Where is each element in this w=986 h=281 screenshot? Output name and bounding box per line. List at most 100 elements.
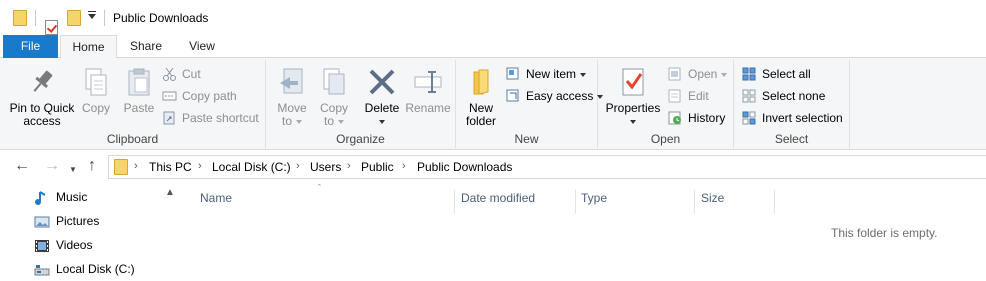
copy-icon: [80, 66, 112, 98]
address-folder-icon: [114, 159, 128, 175]
title-separator: [104, 10, 105, 26]
scroll-up-chevron-icon[interactable]: ▲: [163, 187, 177, 201]
copy-to-icon: [318, 66, 350, 98]
edit-button[interactable]: Edit: [668, 86, 709, 106]
nav-item-videos[interactable]: Videos: [34, 234, 92, 256]
new-group: New folder New item Easy access New: [456, 60, 604, 148]
scissors-icon: [162, 67, 177, 81]
history-icon: [668, 111, 683, 125]
breadcrumb-chevron-icon[interactable]: ›: [296, 160, 300, 172]
properties-quick-icon[interactable]: [45, 20, 58, 35]
column-header-type[interactable]: Type: [581, 190, 695, 214]
copy-button[interactable]: Copy: [78, 66, 114, 115]
properties-dropdown[interactable]: [604, 115, 662, 128]
tab-home[interactable]: Home: [60, 35, 117, 59]
breadcrumb-chevron-icon[interactable]: ›: [347, 160, 351, 172]
back-arrow-icon[interactable]: ←: [14, 158, 30, 174]
invert-selection-button[interactable]: Invert selection: [742, 108, 843, 128]
breadcrumb-chevron-icon[interactable]: ›: [198, 160, 202, 172]
delete-button[interactable]: Delete: [363, 66, 401, 128]
nav-item-pictures[interactable]: Pictures: [34, 210, 99, 232]
rename-label: Rename: [405, 101, 451, 115]
rename-icon: [412, 66, 444, 98]
delete-x-icon: [366, 66, 398, 98]
rename-button[interactable]: Rename: [405, 66, 451, 115]
folder-icon[interactable]: [13, 10, 27, 26]
copy-label: Copy: [81, 101, 110, 115]
properties-button[interactable]: Properties: [604, 66, 662, 128]
address-field[interactable]: › This PC › Local Disk (C:) › Users › Pu…: [108, 155, 986, 179]
move-to-label-line1: Move: [277, 101, 307, 115]
select-none-label: Select none: [762, 89, 826, 103]
pin-to-quick-access-button[interactable]: Pin to Quick access: [8, 66, 76, 128]
new-folder-icon: [465, 66, 497, 98]
column-header-name[interactable]: Name: [200, 190, 455, 214]
copy-path-button[interactable]: Copy path: [162, 86, 237, 106]
delete-label: Delete: [364, 101, 400, 115]
easy-access-icon: [506, 89, 521, 103]
cut-label: Cut: [182, 67, 201, 81]
new-folder-quick-icon[interactable]: [67, 10, 81, 26]
history-button[interactable]: History: [668, 108, 725, 128]
pin-label-line2: access: [23, 114, 61, 128]
nav-item-pictures-label: Pictures: [56, 214, 100, 228]
copy-to-button[interactable]: Copy to: [316, 66, 352, 128]
delete-dropdown[interactable]: [363, 115, 401, 128]
nav-item-local-disk[interactable]: Local Disk (C:): [34, 258, 135, 280]
history-label: History: [688, 111, 726, 125]
paste-shortcut-icon: [162, 111, 177, 125]
paste-shortcut-button[interactable]: Paste shortcut: [162, 108, 259, 128]
breadcrumb-chevron-icon[interactable]: ›: [134, 160, 138, 172]
move-to-label-line2: to: [274, 115, 310, 128]
copy-path-icon: [162, 89, 177, 103]
new-group-label: New: [514, 132, 539, 146]
select-all-label: Select all: [762, 67, 811, 81]
breadcrumb-this-pc[interactable]: This PC: [149, 160, 192, 174]
move-to-button[interactable]: Move to: [274, 66, 310, 128]
column-header-size[interactable]: Size: [701, 190, 775, 214]
breadcrumb-public[interactable]: Public: [361, 160, 394, 174]
properties-label: Properties: [605, 101, 661, 115]
open-button[interactable]: Open: [668, 64, 728, 84]
tab-share[interactable]: Share: [120, 35, 172, 58]
column-header-date-modified[interactable]: Date modified: [461, 190, 576, 214]
new-item-button[interactable]: New item: [506, 64, 587, 84]
paste-shortcut-label: Paste shortcut: [182, 111, 259, 125]
invert-selection-label: Invert selection: [762, 111, 843, 125]
tab-file[interactable]: File: [3, 35, 58, 58]
select-none-button[interactable]: Select none: [742, 86, 825, 106]
breadcrumb-chevron-icon[interactable]: ›: [402, 160, 406, 172]
organize-group-label: Organize: [336, 132, 385, 146]
pin-icon: [26, 66, 58, 98]
tab-view[interactable]: View: [176, 35, 228, 58]
open-icon: [668, 67, 683, 81]
ribbon-tabs: File Home Share View: [0, 35, 986, 59]
easy-access-button[interactable]: Easy access: [506, 86, 604, 106]
recent-locations-chevron-icon[interactable]: ▼: [69, 162, 77, 178]
breadcrumb-local-disk[interactable]: Local Disk (C:): [212, 160, 291, 174]
select-group: Select all Select none Invert selection …: [734, 60, 850, 148]
copy-to-label-line2: to: [316, 115, 352, 128]
ribbon: Pin to Quick access Copy Paste Cut Copy …: [0, 58, 986, 150]
nav-item-music-label: Music: [56, 190, 88, 204]
easy-access-label: Easy access: [526, 89, 594, 103]
paste-button[interactable]: Paste: [120, 66, 158, 115]
new-folder-button[interactable]: New folder: [462, 66, 500, 128]
copy-path-label: Copy path: [182, 89, 237, 103]
breadcrumb-users[interactable]: Users: [310, 160, 341, 174]
open-group: Properties Open Edit History Open: [598, 60, 734, 148]
new-item-icon: [506, 67, 521, 81]
select-all-button[interactable]: Select all: [742, 64, 811, 84]
open-group-label: Open: [650, 132, 681, 146]
customize-toolbar-chevron-icon[interactable]: [88, 11, 96, 19]
forward-arrow-icon[interactable]: →: [44, 158, 60, 174]
paste-label: Paste: [123, 101, 155, 115]
organize-group: Move to Copy to Delete Rename Organize: [266, 60, 456, 148]
cut-button[interactable]: Cut: [162, 64, 201, 84]
up-arrow-icon[interactable]: ↑: [88, 158, 96, 174]
breadcrumb-public-downloads[interactable]: Public Downloads: [417, 160, 512, 174]
select-all-icon: [742, 67, 757, 81]
open-label: Open: [688, 67, 718, 81]
clipboard-group: Pin to Quick access Copy Paste Cut Copy …: [0, 60, 266, 148]
nav-item-music[interactable]: Music: [34, 186, 87, 208]
